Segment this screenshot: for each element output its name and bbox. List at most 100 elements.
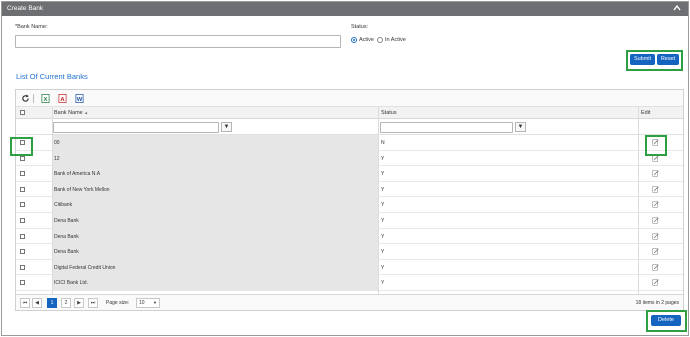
page-1-button[interactable]: 1 [47,298,57,308]
column-divider [378,107,379,294]
bank-name: Bank of New York Mellon [54,186,110,193]
edit-icon[interactable] [652,248,659,255]
table-row: Bank of New York Mellon Y [16,181,683,198]
refresh-icon[interactable] [21,94,30,103]
bank-name-cell [52,135,378,150]
edit-icon[interactable] [652,233,659,240]
page-size-label: Page size: [106,300,130,306]
bank-name: 00 [54,140,60,146]
row-checkbox[interactable] [20,280,25,286]
bank-name: Digital Federal Credit Union [54,264,116,271]
table-row: Bank of America N.A Y [16,166,683,182]
status-filter-button[interactable]: ▼ [515,122,526,132]
bank-status: Y [381,264,385,271]
row-checkbox[interactable] [20,171,25,177]
row-checkbox[interactable] [20,186,25,192]
column-header-bank-name[interactable]: Bank Name ▲ [54,110,88,116]
excel-icon[interactable]: X [41,94,50,103]
bank-name: Dena Bank [54,218,79,224]
row-checkbox[interactable] [20,233,25,239]
row-checkbox[interactable] [20,202,25,208]
svg-text:X: X [44,97,48,103]
bank-name: Dena Bank [54,233,79,240]
bank-name-cell [52,150,378,166]
row-checkbox[interactable] [20,155,25,161]
edit-icon[interactable] [652,217,659,224]
column-header-status[interactable]: Status [381,110,397,116]
page-size-value: 10 [139,300,145,306]
edit-icon[interactable] [652,201,659,208]
list-title: List Of Current Banks [16,72,88,81]
last-page-button[interactable]: ⏭ [88,298,98,308]
row-checkbox[interactable] [20,249,25,255]
column-header-edit: Edit [641,110,651,116]
column-header-bank-name-label: Bank Name [54,110,83,116]
submit-button[interactable]: Submit [630,54,655,65]
next-page-button[interactable]: ▶ [74,298,84,308]
panel-header: Create Bank [2,2,688,16]
bank-name-cell [52,228,378,244]
bank-name-cell [52,197,378,212]
create-bank-panel: Create Bank *Bank Name: Status: Active I… [1,1,689,336]
table-row: Dena Bank Y [16,228,683,245]
filter-icon: ▼ [517,124,524,130]
table-row: Dena Bank Y [16,213,683,229]
bank-name-cell [52,166,378,181]
status-active-radio[interactable] [351,37,357,43]
bank-name-input[interactable] [15,35,341,48]
bank-status: Y [381,233,385,240]
table-row: Citibank Y [16,197,683,213]
edit-icon[interactable] [652,264,659,271]
column-divider [52,107,53,294]
table-row: 12 Y [16,150,683,167]
reset-button[interactable]: Reset [657,54,679,65]
bank-status: Y [381,280,385,287]
row-checkbox[interactable] [20,264,25,270]
panel-title: Create Bank [7,5,44,12]
page-2-button[interactable]: 2 [61,298,71,308]
bank-status: Y [381,171,385,178]
bank-name: 12 [54,155,60,162]
chevron-up-icon[interactable] [672,3,682,13]
row-checkbox[interactable] [20,218,25,223]
banks-grid: X A W Bank Name ▲ Status Edit ▼ ▼ 00 N 1… [15,89,684,311]
bank-name-filter-button[interactable]: ▼ [221,122,232,132]
table-row: Digital Federal Credit Union Y [16,259,683,276]
bank-name: Dena Bank [54,249,79,256]
delete-button[interactable]: Delete [651,315,681,326]
first-page-button[interactable]: ⏮ [20,298,30,308]
bank-name: Citibank [54,202,73,209]
chevron-down-icon: ▼ [153,300,157,305]
bank-name-label: *Bank Name: [15,24,48,30]
bank-name-cell [52,275,378,290]
pager-summary: 18 items in 2 pages [635,300,679,306]
status-inactive-radio[interactable] [377,37,383,43]
bank-name-filter-input[interactable] [53,122,219,133]
edit-icon-highlight [645,135,667,156]
word-icon[interactable]: W [75,94,84,103]
grid-pager: ⏮ ◀ 1 2 ▶ ⏭ Page size: 10 ▼ 18 items in … [16,294,683,310]
table-row: 00 N [16,135,683,151]
toolbar-divider [33,94,34,103]
bank-status: Y [381,155,385,162]
edit-icon[interactable] [652,279,659,286]
column-divider [638,107,639,294]
table-row: Dena Bank Y [16,244,683,260]
table-row: ICICI Bank Ltd. Y [16,275,683,291]
bank-status: Y [381,249,385,256]
status-inactive-label: In Active [385,37,406,43]
prev-page-button[interactable]: ◀ [32,298,42,308]
bank-status: N [381,140,385,146]
svg-text:W: W [77,97,83,103]
pdf-icon[interactable]: A [58,94,67,103]
edit-icon[interactable] [652,170,659,177]
bank-name-cell [52,244,378,259]
select-all-checkbox[interactable] [20,110,25,115]
bank-name: ICICI Bank Ltd. [54,280,88,287]
bank-name: Bank of America N.A [54,171,101,178]
page-size-select[interactable]: 10 ▼ [136,298,160,308]
bank-status: Y [381,202,385,209]
edit-icon[interactable] [652,186,659,193]
bank-name-cell [52,213,378,228]
status-filter-input[interactable] [380,122,513,133]
